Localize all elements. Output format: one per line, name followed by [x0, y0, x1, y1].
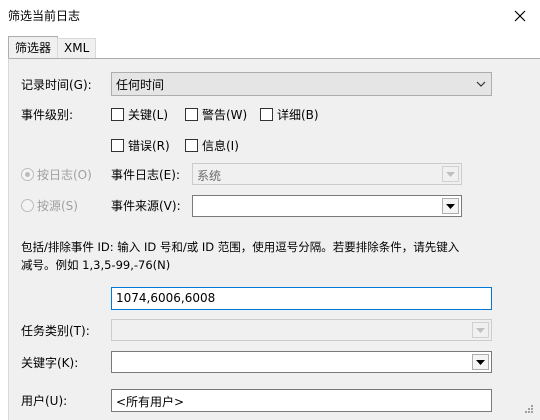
window-title: 筛选当前日志 [8, 9, 81, 23]
by-log-radio[interactable] [21, 168, 34, 181]
close-icon [514, 10, 526, 21]
verbose-checkbox[interactable] [260, 108, 273, 121]
tab-xml[interactable]: XML [57, 38, 97, 58]
error-checkbox[interactable] [111, 139, 124, 152]
user-value: <所有用户> [116, 395, 185, 409]
critical-label: 关键(L) [128, 108, 169, 122]
by-source-label: 按源(S) [37, 199, 78, 213]
information-checkbox[interactable] [185, 139, 198, 152]
tab-xml-label: XML [64, 41, 90, 55]
radio-selected-dot [25, 172, 30, 177]
user-input[interactable]: <所有用户> [111, 389, 492, 412]
event-sources-label: 事件来源(V): [111, 199, 181, 213]
by-source-radio[interactable] [21, 199, 34, 212]
chevron-down-icon [442, 198, 459, 214]
verbose-label: 详细(B) [277, 108, 319, 122]
close-button[interactable] [500, 0, 540, 31]
user-label: 用户(U): [21, 394, 68, 408]
chevron-down-icon [442, 166, 459, 182]
chevron-down-icon [472, 354, 489, 370]
event-logs-dropdown[interactable]: 系统 [192, 163, 462, 185]
event-logs-value: 系统 [197, 169, 222, 183]
resize-grip-icon[interactable] [520, 402, 534, 416]
title-bar: 筛选当前日志 [0, 0, 540, 31]
task-category-dropdown[interactable] [111, 319, 492, 341]
error-label: 错误(R) [128, 139, 170, 153]
event-id-hint-line1: 包括/排除事件 ID: 输入 ID 号和/或 ID 范围，使用逗号分隔。若要排除… [21, 240, 460, 254]
information-label: 信息(I) [202, 139, 239, 153]
logged-dropdown[interactable]: 任何时间 [111, 72, 492, 96]
event-id-hint-line2: 减号。例如 1,3,5-99,-76(N) [21, 258, 171, 272]
event-logs-label: 事件日志(E): [111, 168, 180, 182]
event-sources-dropdown[interactable] [192, 195, 462, 217]
logged-label: 记录时间(G): [21, 78, 92, 92]
keywords-label: 关键字(K): [21, 356, 79, 370]
critical-checkbox[interactable] [111, 108, 124, 121]
event-id-input[interactable]: 1074,6006,6008 [111, 287, 492, 310]
by-log-label: 按日志(O) [37, 168, 92, 182]
filter-panel: 记录时间(G): 任何时间 事件级别: 关键(L) 警告(W) 详细(B) 错误… [8, 58, 540, 420]
task-category-label: 任务类别(T): [21, 324, 90, 338]
chevron-down-icon [472, 75, 489, 93]
event-level-label: 事件级别: [21, 108, 74, 122]
tab-filter-label: 筛选器 [15, 41, 52, 55]
tab-filter[interactable]: 筛选器 [8, 36, 59, 59]
tab-strip: 筛选器 XML [0, 36, 540, 59]
event-id-value: 1074,6006,6008 [116, 291, 216, 305]
logged-value: 任何时间 [116, 78, 165, 92]
warning-checkbox[interactable] [185, 108, 198, 121]
keywords-dropdown[interactable] [111, 351, 492, 373]
chevron-down-icon [472, 322, 489, 338]
warning-label: 警告(W) [202, 108, 248, 122]
